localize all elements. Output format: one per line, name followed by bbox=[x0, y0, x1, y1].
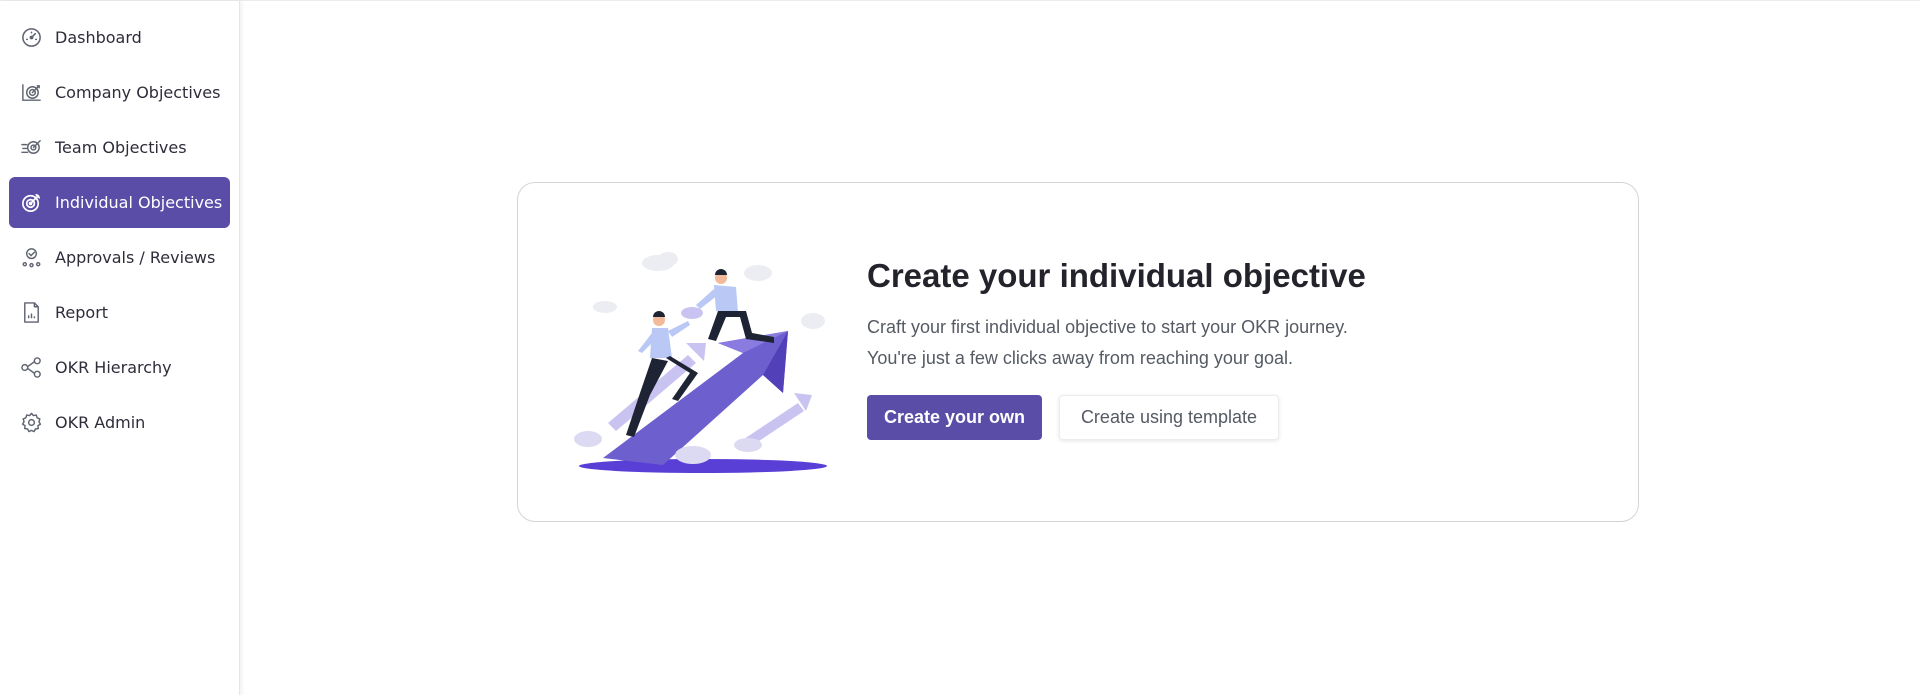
individual-target-icon bbox=[19, 191, 43, 215]
create-using-template-button[interactable]: Create using template bbox=[1059, 395, 1279, 440]
sidebar-item-label: Approvals / Reviews bbox=[55, 248, 216, 267]
sidebar-item-okr-admin[interactable]: OKR Admin bbox=[9, 397, 230, 448]
sidebar-item-company-objectives[interactable]: Company Objectives bbox=[9, 67, 230, 118]
empty-state-content: Create your individual objective Craft y… bbox=[867, 256, 1567, 440]
sidebar-item-approvals-reviews[interactable]: Approvals / Reviews bbox=[9, 232, 230, 283]
hierarchy-nodes-icon bbox=[19, 356, 43, 380]
action-buttons: Create your own Create using template bbox=[867, 395, 1567, 440]
sidebar-item-individual-objectives[interactable]: Individual Objectives bbox=[9, 177, 230, 228]
create-your-own-button[interactable]: Create your own bbox=[867, 395, 1042, 440]
team-target-icon bbox=[19, 136, 43, 160]
sidebar-item-label: Dashboard bbox=[55, 28, 142, 47]
dashboard-gauge-icon bbox=[19, 26, 43, 50]
sidebar-item-report[interactable]: Report bbox=[9, 287, 230, 338]
empty-state-description: Craft your first individual objective to… bbox=[867, 312, 1567, 374]
gear-icon bbox=[19, 411, 43, 435]
sidebar-item-label: OKR Hierarchy bbox=[55, 358, 172, 377]
empty-state-title: Create your individual objective bbox=[867, 257, 1366, 294]
sidebar-item-label: Report bbox=[55, 303, 109, 322]
sidebar-item-label: Individual Objectives bbox=[55, 193, 223, 212]
sidebar-item-dashboard[interactable]: Dashboard bbox=[9, 12, 230, 63]
empty-state-card: Create your individual objective Craft y… bbox=[517, 182, 1639, 522]
approvals-user-check-icon bbox=[19, 246, 43, 270]
sidebar-item-team-objectives[interactable]: Team Objectives bbox=[9, 122, 230, 173]
sidebar-item-label: OKR Admin bbox=[55, 413, 146, 432]
description-line-1: Craft your first individual objective to… bbox=[867, 317, 1348, 337]
sidebar-item-label: Team Objectives bbox=[55, 138, 187, 157]
company-target-icon bbox=[19, 81, 43, 105]
description-line-2: You're just a few clicks away from reach… bbox=[867, 348, 1293, 368]
climbing-people-illustration bbox=[574, 252, 827, 473]
report-document-icon bbox=[19, 301, 43, 325]
sidebar-item-label: Company Objectives bbox=[55, 83, 221, 102]
app-window: Dashboard Company Objectives Team Object… bbox=[0, 0, 1920, 695]
sidebar: Dashboard Company Objectives Team Object… bbox=[0, 1, 240, 695]
sidebar-item-okr-hierarchy[interactable]: OKR Hierarchy bbox=[9, 342, 230, 393]
